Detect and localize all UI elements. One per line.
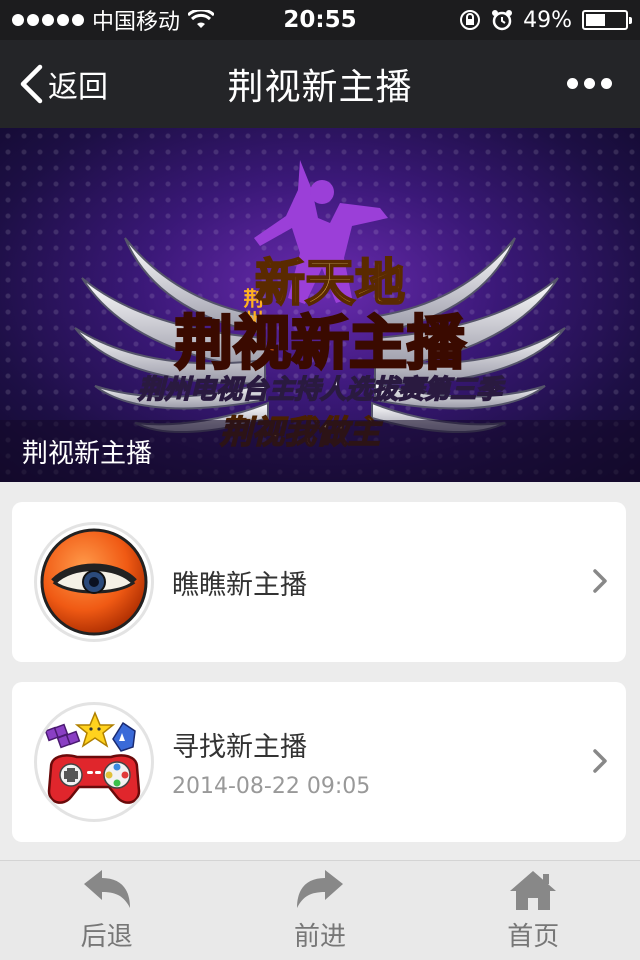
banner-caption-bar: 荆视新主播: [0, 420, 640, 482]
list-item-title: 瞧瞧新主播: [172, 569, 307, 601]
battery-icon: [582, 10, 632, 30]
battery-level-fill: [586, 14, 605, 26]
wifi-icon: [188, 10, 215, 28]
more-options-button[interactable]: [567, 78, 612, 89]
chevron-right-icon: [593, 569, 607, 593]
game-controller-icon: [44, 711, 141, 804]
more-dot-icon: [567, 78, 578, 89]
navigation-bar: 返回 荆视新主播: [0, 40, 640, 128]
status-left: 中国移动: [12, 4, 215, 36]
battery-percent: 49%: [523, 7, 572, 33]
chevron-right-icon: [593, 749, 607, 773]
banner[interactable]: 荆州 新天地 荆视新主播 荆州电视台主持人选拔赛第三季 荆视我做主 荆视新主播: [0, 128, 640, 482]
alarm-icon: [492, 10, 513, 31]
status-bar: 中国移动 20:55 49%: [0, 0, 640, 40]
bottom-toolbar: 后退 前进 首页: [0, 860, 640, 960]
back-button-label: 返回: [48, 70, 108, 105]
toolbar-forward-label: 前进: [293, 922, 346, 952]
banner-caption: 荆视新主播: [22, 438, 153, 469]
gem-graphic: [112, 721, 136, 752]
list-item-text: 寻找新主播 2014-08-22 09:05: [172, 682, 370, 842]
back-button[interactable]: 返回: [18, 62, 108, 106]
list-item-avatar: [34, 702, 154, 822]
banner-headline: 荆视新主播: [175, 309, 466, 377]
signal-strength-icon: [12, 14, 84, 26]
star-graphic: [74, 711, 116, 748]
list-item-title: 寻找新主播: [172, 732, 307, 763]
list-item-avatar: [34, 522, 154, 642]
status-right: 49%: [459, 7, 632, 33]
carrier-name: 中国移动: [92, 10, 181, 35]
toolbar-back-label: 后退: [80, 922, 133, 952]
list-item-text: 瞧瞧新主播: [172, 502, 307, 662]
rotation-lock-icon: [460, 10, 481, 30]
redo-arrow-icon: [296, 870, 343, 908]
banner-subheadline: 荆州电视台主持人选拔赛第三季: [138, 375, 506, 405]
home-icon: [510, 871, 557, 910]
undo-arrow-icon: [83, 870, 130, 908]
list-item[interactable]: 瞧瞧新主播: [12, 502, 626, 662]
toolbar-home-label: 首页: [507, 922, 560, 952]
more-dot-icon: [601, 78, 612, 89]
more-dot-icon: [584, 78, 595, 89]
chevron-left-icon: [20, 64, 43, 104]
list-item[interactable]: 寻找新主播 2014-08-22 09:05: [12, 682, 626, 842]
toolbar-home-button[interactable]: 首页: [443, 861, 623, 960]
logo-main-text: 新天地: [255, 254, 405, 312]
list-item-timestamp: 2014-08-22 09:05: [172, 774, 371, 799]
tetris-piece-graphic: [44, 723, 81, 749]
toolbar-back-button[interactable]: 后退: [17, 861, 197, 960]
eye-icon: [40, 528, 148, 636]
page-title: 荆视新主播: [227, 67, 413, 108]
toolbar-forward-button[interactable]: 前进: [230, 861, 410, 960]
